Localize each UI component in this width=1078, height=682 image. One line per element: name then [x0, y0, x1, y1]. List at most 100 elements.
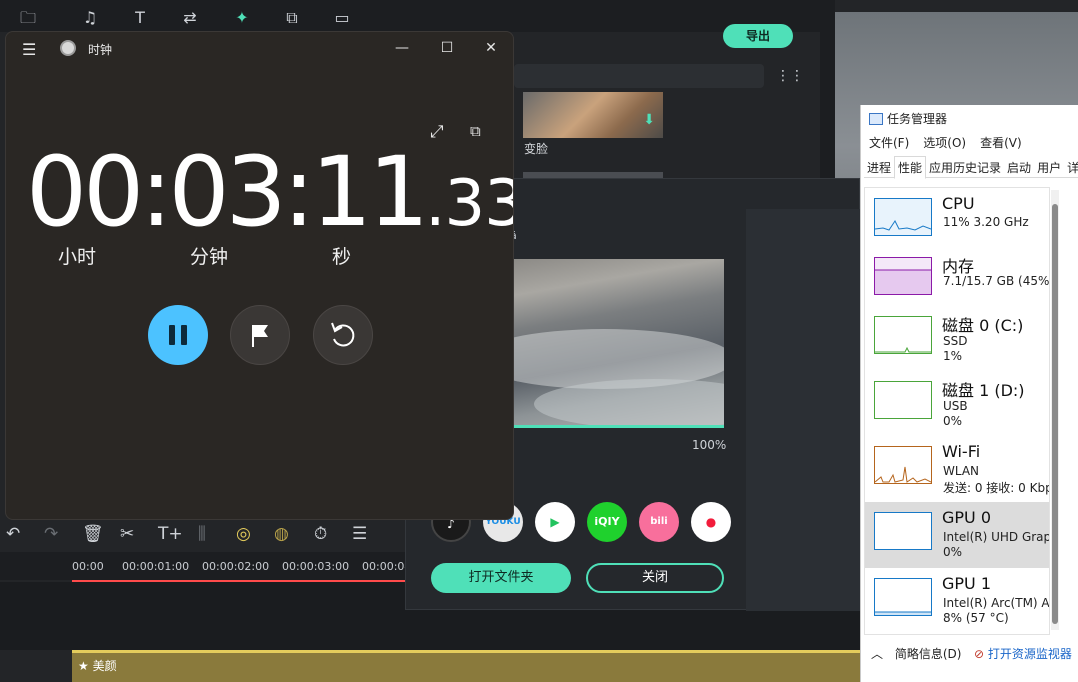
delete-icon[interactable]: 🗑: [82, 524, 104, 544]
perf-item-usage: 8% (57 °C): [943, 611, 1009, 625]
hamburger-menu-icon[interactable]: ☰: [22, 40, 36, 59]
bilibili-icon[interactable]: bili: [639, 502, 679, 542]
transition-icon[interactable]: ⇄: [180, 8, 200, 28]
perf-item-memory[interactable]: 内存 7.1/15.7 GB (45%): [865, 247, 1050, 313]
close-icon[interactable]: ✕: [471, 36, 511, 60]
adjust-icon[interactable]: ☰: [352, 524, 367, 544]
tab-users[interactable]: 用户: [1034, 157, 1064, 178]
perf-item-name: 磁盘 1 (D:): [942, 381, 1025, 400]
pause-button[interactable]: [148, 305, 208, 365]
ai-audio-icon[interactable]: ◎: [236, 524, 251, 544]
perf-item-detail: Intel(R) UHD Graph: [943, 530, 1050, 544]
task-manager-window: 任务管理器 文件(F) 选项(O) 查看(V) 进程 性能 应用历史记录 启动 用户详 CP…: [860, 105, 1078, 682]
perf-item-detail: SSD: [943, 334, 968, 348]
task-manager-icon: [869, 112, 883, 125]
tab-performance[interactable]: 性能: [894, 156, 927, 179]
cut-icon[interactable]: ✂: [120, 524, 134, 544]
open-resource-monitor-link[interactable]: ⊘ 打开资源监视器: [974, 645, 1072, 662]
perf-item-detail: WLAN: [943, 464, 980, 478]
perf-item-name: Wi-Fi: [942, 442, 981, 461]
resource-monitor-icon: ⊘: [974, 647, 985, 661]
tab-processes[interactable]: 进程: [864, 157, 894, 178]
grid-view-icon[interactable]: ⋮⋮: [776, 68, 804, 84]
perf-item-disk-1[interactable]: 磁盘 1 (D:) USB 0%: [865, 371, 1049, 437]
perf-item-name: 磁盘 0 (C:): [942, 316, 1024, 335]
export-progress-bar: [514, 425, 724, 428]
perf-item-disk-0[interactable]: 磁盘 0 (C:) SSD 1%: [865, 306, 1049, 372]
disk0-graph: [874, 316, 932, 354]
tab-details[interactable]: 详: [1064, 157, 1078, 178]
text-icon[interactable]: T: [130, 8, 150, 28]
seconds-label: 秒: [332, 246, 352, 268]
perf-item-usage: 0%: [943, 545, 963, 559]
perf-item-name: CPU: [942, 194, 975, 213]
folder-icon[interactable]: 🗀: [18, 8, 38, 28]
clock-app-icon: [60, 40, 76, 56]
perf-item-wifi[interactable]: Wi-Fi WLAN 发送: 0 接收: 0 Kbp: [865, 436, 1050, 502]
music-icon[interactable]: ♫: [80, 8, 100, 28]
timeline-tick: 00:00:03:00: [282, 560, 350, 573]
fewer-details-link[interactable]: ︿ 简略信息(D): [871, 645, 961, 662]
task-manager-title: 任务管理器: [869, 110, 947, 127]
perf-item-detail: 7.1/15.7 GB (45%): [943, 274, 1050, 288]
perf-item-cpu[interactable]: CPU 11% 3.20 GHz: [865, 188, 1049, 254]
download-icon[interactable]: ⬇: [643, 112, 655, 128]
perf-item-gpu-0[interactable]: GPU 0 Intel(R) UHD Graph 0%: [865, 502, 1050, 568]
audio-icon[interactable]: ⫼: [198, 524, 206, 544]
export-progress-text: 100%: [692, 438, 727, 452]
media-search-bar[interactable]: [514, 64, 764, 88]
gpu1-graph: [874, 578, 932, 616]
performance-list: CPU 11% 3.20 GHz 内存 7.1/15.7 GB (45%) 磁盘…: [864, 187, 1050, 635]
timeline-tick: 00:00:02:00: [202, 560, 270, 573]
fewer-details-label: 简略信息(D): [894, 647, 962, 661]
menu-options[interactable]: 选项(O): [923, 136, 966, 150]
kuaishou-icon[interactable]: ●: [691, 502, 731, 542]
disk1-graph: [874, 381, 932, 419]
menu-view[interactable]: 查看(V): [980, 136, 1022, 150]
stopwatch-time-fraction: .33: [425, 167, 513, 241]
timeline-toolbar: ↶ ↷ 🗑 ✂ T+ ⫼ ◎ ◍ ⏱ ☰: [0, 520, 405, 548]
reset-button[interactable]: [313, 305, 373, 365]
disk0-graph-line: [875, 346, 931, 353]
perf-item-gpu-1[interactable]: GPU 1 Intel(R) Arc(TM) A7 8% (57 °C): [865, 568, 1049, 634]
memory-graph: [874, 257, 932, 295]
perf-item-name: GPU 0: [942, 508, 992, 527]
perf-item-usage: 发送: 0 接收: 0 Kbp: [943, 481, 1050, 495]
export-button[interactable]: 导出: [723, 24, 793, 48]
close-button[interactable]: 关闭: [586, 563, 724, 593]
perf-item-detail: USB: [943, 399, 968, 413]
task-manager-tabs: 进程 性能 应用历史记录 启动 用户详: [864, 156, 1078, 179]
timer-icon[interactable]: ⏱: [314, 524, 327, 544]
iqiyi-icon[interactable]: iQIY: [587, 502, 627, 542]
perf-item-detail: 11% 3.20 GHz: [943, 215, 1029, 229]
reset-icon: [331, 322, 355, 347]
task-manager-menu: 文件(F) 选项(O) 查看(V): [869, 134, 1036, 151]
effects-icon[interactable]: ✦: [232, 8, 252, 28]
redo-icon[interactable]: ↷: [44, 524, 58, 544]
split-screen-icon[interactable]: ▭: [332, 8, 352, 28]
open-folder-button[interactable]: 打开文件夹: [431, 563, 571, 593]
clock-window: ☰ 时钟 — ☐ ✕ ⤢ ⧉ 00:03:11.33 小时 分钟 秒: [5, 31, 514, 520]
effect-thumbnail[interactable]: ⬇: [523, 92, 663, 138]
memory-graph-line: [875, 269, 931, 294]
stopwatch-time: 00:03:11.33: [26, 136, 513, 248]
performance-list-scrollbar[interactable]: [1051, 190, 1059, 630]
maximize-icon[interactable]: ☐: [427, 36, 467, 60]
open-resource-monitor-label: 打开资源监视器: [987, 647, 1072, 661]
add-text-icon[interactable]: T+: [158, 524, 183, 544]
tencent-video-icon[interactable]: ▶: [535, 502, 575, 542]
hours-label: 小时: [58, 246, 97, 268]
timeline-ruler[interactable]: 00:00 00:00:01:00 00:00:02:00 00:00:03:0…: [0, 552, 411, 580]
speed-icon[interactable]: ◍: [274, 524, 289, 544]
minimize-icon[interactable]: —: [382, 36, 422, 60]
undo-icon[interactable]: ↶: [6, 524, 20, 544]
timeline-clip[interactable]: ★ 美颜: [72, 650, 862, 682]
menu-file[interactable]: 文件(F): [869, 136, 909, 150]
flag-icon: [252, 325, 268, 347]
elements-icon[interactable]: ⧉: [282, 8, 302, 28]
scrollbar-thumb[interactable]: [1052, 204, 1058, 624]
lap-button[interactable]: [230, 305, 290, 365]
tab-app-history[interactable]: 应用历史记录: [926, 157, 1004, 178]
tab-startup[interactable]: 启动: [1004, 157, 1034, 178]
pause-icon: [181, 325, 187, 345]
